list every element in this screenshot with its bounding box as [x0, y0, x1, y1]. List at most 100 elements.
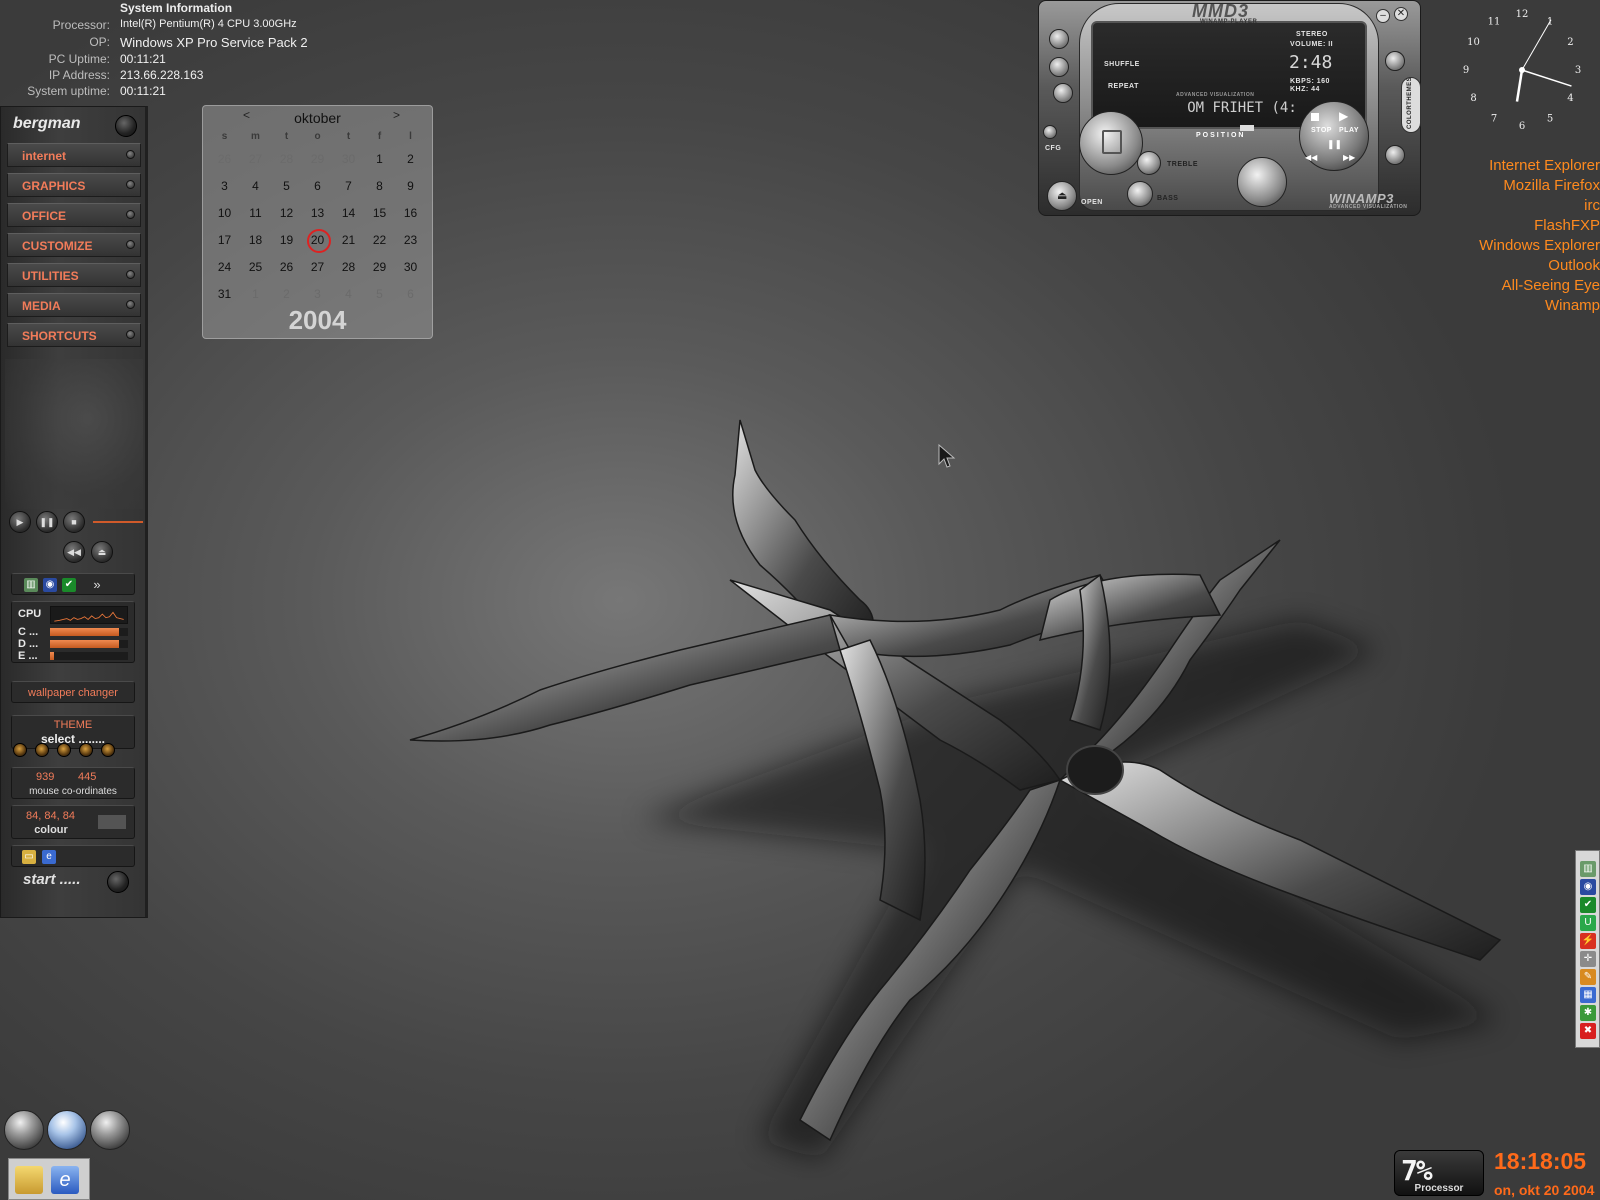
- player-open-button[interactable]: ⏏: [1047, 181, 1077, 211]
- next-icon[interactable]: ▶▶: [1343, 153, 1355, 162]
- calendar-day[interactable]: 10: [209, 200, 240, 227]
- desktop-sphere-1[interactable]: [4, 1110, 44, 1150]
- pause-button[interactable]: ❚❚: [36, 511, 58, 533]
- calendar-day[interactable]: 13: [302, 200, 333, 227]
- desktop-sphere-2[interactable]: [47, 1110, 87, 1150]
- antivirus-icon[interactable]: ◉: [43, 578, 57, 592]
- tray-expand-icon[interactable]: »: [90, 578, 104, 592]
- player-side-button-3[interactable]: [1053, 83, 1073, 103]
- calendar-day[interactable]: 1: [240, 281, 271, 308]
- folder-icon[interactable]: ▭: [22, 850, 36, 864]
- player-side-button-2[interactable]: [1049, 57, 1069, 77]
- player-playlist-button[interactable]: [1079, 111, 1143, 175]
- category-shortcuts[interactable]: SHORTCUTS: [7, 323, 141, 347]
- volume-knob[interactable]: [1237, 157, 1287, 207]
- folder-search-icon[interactable]: [15, 1166, 43, 1194]
- calendar-day[interactable]: 6: [395, 281, 426, 308]
- calendar-day[interactable]: 26: [209, 146, 240, 173]
- calendar-day[interactable]: 24: [209, 254, 240, 281]
- position-slider[interactable]: [1240, 125, 1254, 131]
- theme-orb-2[interactable]: [35, 743, 49, 757]
- calendar-day[interactable]: 27: [240, 146, 271, 173]
- calendar-day[interactable]: 12: [271, 200, 302, 227]
- category-office[interactable]: OFFICE: [7, 203, 141, 227]
- calendar-next-button[interactable]: >: [393, 108, 400, 122]
- calendar-day[interactable]: 30: [333, 146, 364, 173]
- stop-icon[interactable]: [1311, 113, 1319, 121]
- calendar-day[interactable]: 8: [364, 173, 395, 200]
- calendar-day[interactable]: 2: [271, 281, 302, 308]
- calendar-day[interactable]: 1: [364, 146, 395, 173]
- previous-button[interactable]: ◀◀: [63, 541, 85, 563]
- wallpaper-changer-button[interactable]: wallpaper changer: [11, 681, 135, 703]
- calendar-day[interactable]: 25: [240, 254, 271, 281]
- pause-icon[interactable]: ❚❚: [1327, 139, 1342, 150]
- shortcut-flashfxp[interactable]: FlashFXP: [1440, 216, 1600, 236]
- player-minimize-button[interactable]: –: [1376, 9, 1390, 23]
- calendar-day[interactable]: 7: [333, 173, 364, 200]
- flash-icon[interactable]: ⚡: [1580, 933, 1596, 949]
- grid-icon[interactable]: ▦: [1580, 987, 1596, 1003]
- eject-button[interactable]: ⏏: [91, 541, 113, 563]
- calendar-day[interactable]: 28: [333, 254, 364, 281]
- theme-orb-1[interactable]: [13, 743, 27, 757]
- shortcut-mozilla-firefox[interactable]: Mozilla Firefox: [1440, 176, 1600, 196]
- player-side-button-1[interactable]: [1049, 29, 1069, 49]
- play-button[interactable]: ▶: [9, 511, 31, 533]
- calendar-day[interactable]: 11: [240, 200, 271, 227]
- player-close-button[interactable]: ✕: [1394, 7, 1408, 21]
- calendar-day[interactable]: 29: [302, 146, 333, 173]
- shortcut-outlook[interactable]: Outlook: [1440, 256, 1600, 276]
- calendar-day[interactable]: 22: [364, 227, 395, 254]
- category-utilities[interactable]: UTILITIES: [7, 263, 141, 287]
- pencil-icon[interactable]: ✎: [1580, 969, 1596, 985]
- calendar-day[interactable]: 2: [395, 146, 426, 173]
- play-label[interactable]: PLAY: [1339, 127, 1359, 134]
- category-internet[interactable]: internet: [7, 143, 141, 167]
- calendar-day[interactable]: 3: [209, 173, 240, 200]
- calendar-day[interactable]: 4: [240, 173, 271, 200]
- calendar-day[interactable]: 23: [395, 227, 426, 254]
- shield-icon[interactable]: ✖: [1580, 1023, 1596, 1039]
- start-knob[interactable]: [107, 871, 129, 893]
- repeat-toggle[interactable]: REPEAT: [1108, 83, 1139, 90]
- crosshair-icon[interactable]: ✛: [1580, 951, 1596, 967]
- calendar-day[interactable]: 6: [302, 173, 333, 200]
- theme-orb-5[interactable]: [101, 743, 115, 757]
- player-right-button-1[interactable]: [1385, 51, 1405, 71]
- network-icon[interactable]: ▥: [24, 578, 38, 592]
- theme-selector[interactable]: THEME select ........: [11, 715, 135, 749]
- player-cfg-button[interactable]: [1043, 125, 1057, 139]
- calendar-day[interactable]: 26: [271, 254, 302, 281]
- calendar-day-today[interactable]: 20: [302, 227, 333, 254]
- theme-orb-4[interactable]: [79, 743, 93, 757]
- checkmark-icon[interactable]: ✔: [1580, 897, 1596, 913]
- calendar-day[interactable]: 28: [271, 146, 302, 173]
- shortcut-windows-explorer[interactable]: Windows Explorer: [1440, 236, 1600, 256]
- calendar-day[interactable]: 5: [271, 173, 302, 200]
- calendar-day[interactable]: 3: [302, 281, 333, 308]
- internet-explorer-icon[interactable]: e: [42, 850, 56, 864]
- internet-explorer-icon[interactable]: e: [51, 1166, 79, 1194]
- bass-knob[interactable]: [1127, 181, 1153, 207]
- network-icon[interactable]: ▥: [1580, 861, 1596, 877]
- calendar-day[interactable]: 30: [395, 254, 426, 281]
- calendar-day[interactable]: 16: [395, 200, 426, 227]
- calendar-day[interactable]: 19: [271, 227, 302, 254]
- calendar-day[interactable]: 21: [333, 227, 364, 254]
- category-graphics[interactable]: GRAPHICS: [7, 173, 141, 197]
- category-customize[interactable]: CUSTOMIZE: [7, 233, 141, 257]
- calendar-day[interactable]: 27: [302, 254, 333, 281]
- stop-button[interactable]: ■: [63, 511, 85, 533]
- calendar-day[interactable]: 14: [333, 200, 364, 227]
- shortcut-all-seeing-eye[interactable]: All-Seeing Eye: [1440, 276, 1600, 296]
- player-eq-button[interactable]: [1385, 145, 1405, 165]
- antivirus-icon[interactable]: ◉: [1580, 879, 1596, 895]
- calendar-day[interactable]: 17: [209, 227, 240, 254]
- treble-knob[interactable]: [1137, 151, 1161, 175]
- previous-icon[interactable]: ◀◀: [1305, 153, 1317, 162]
- puzzle-icon[interactable]: ✱: [1580, 1005, 1596, 1021]
- calendar-day[interactable]: 31: [209, 281, 240, 308]
- shortcut-irc[interactable]: irc: [1440, 196, 1600, 216]
- calendar-day[interactable]: 5: [364, 281, 395, 308]
